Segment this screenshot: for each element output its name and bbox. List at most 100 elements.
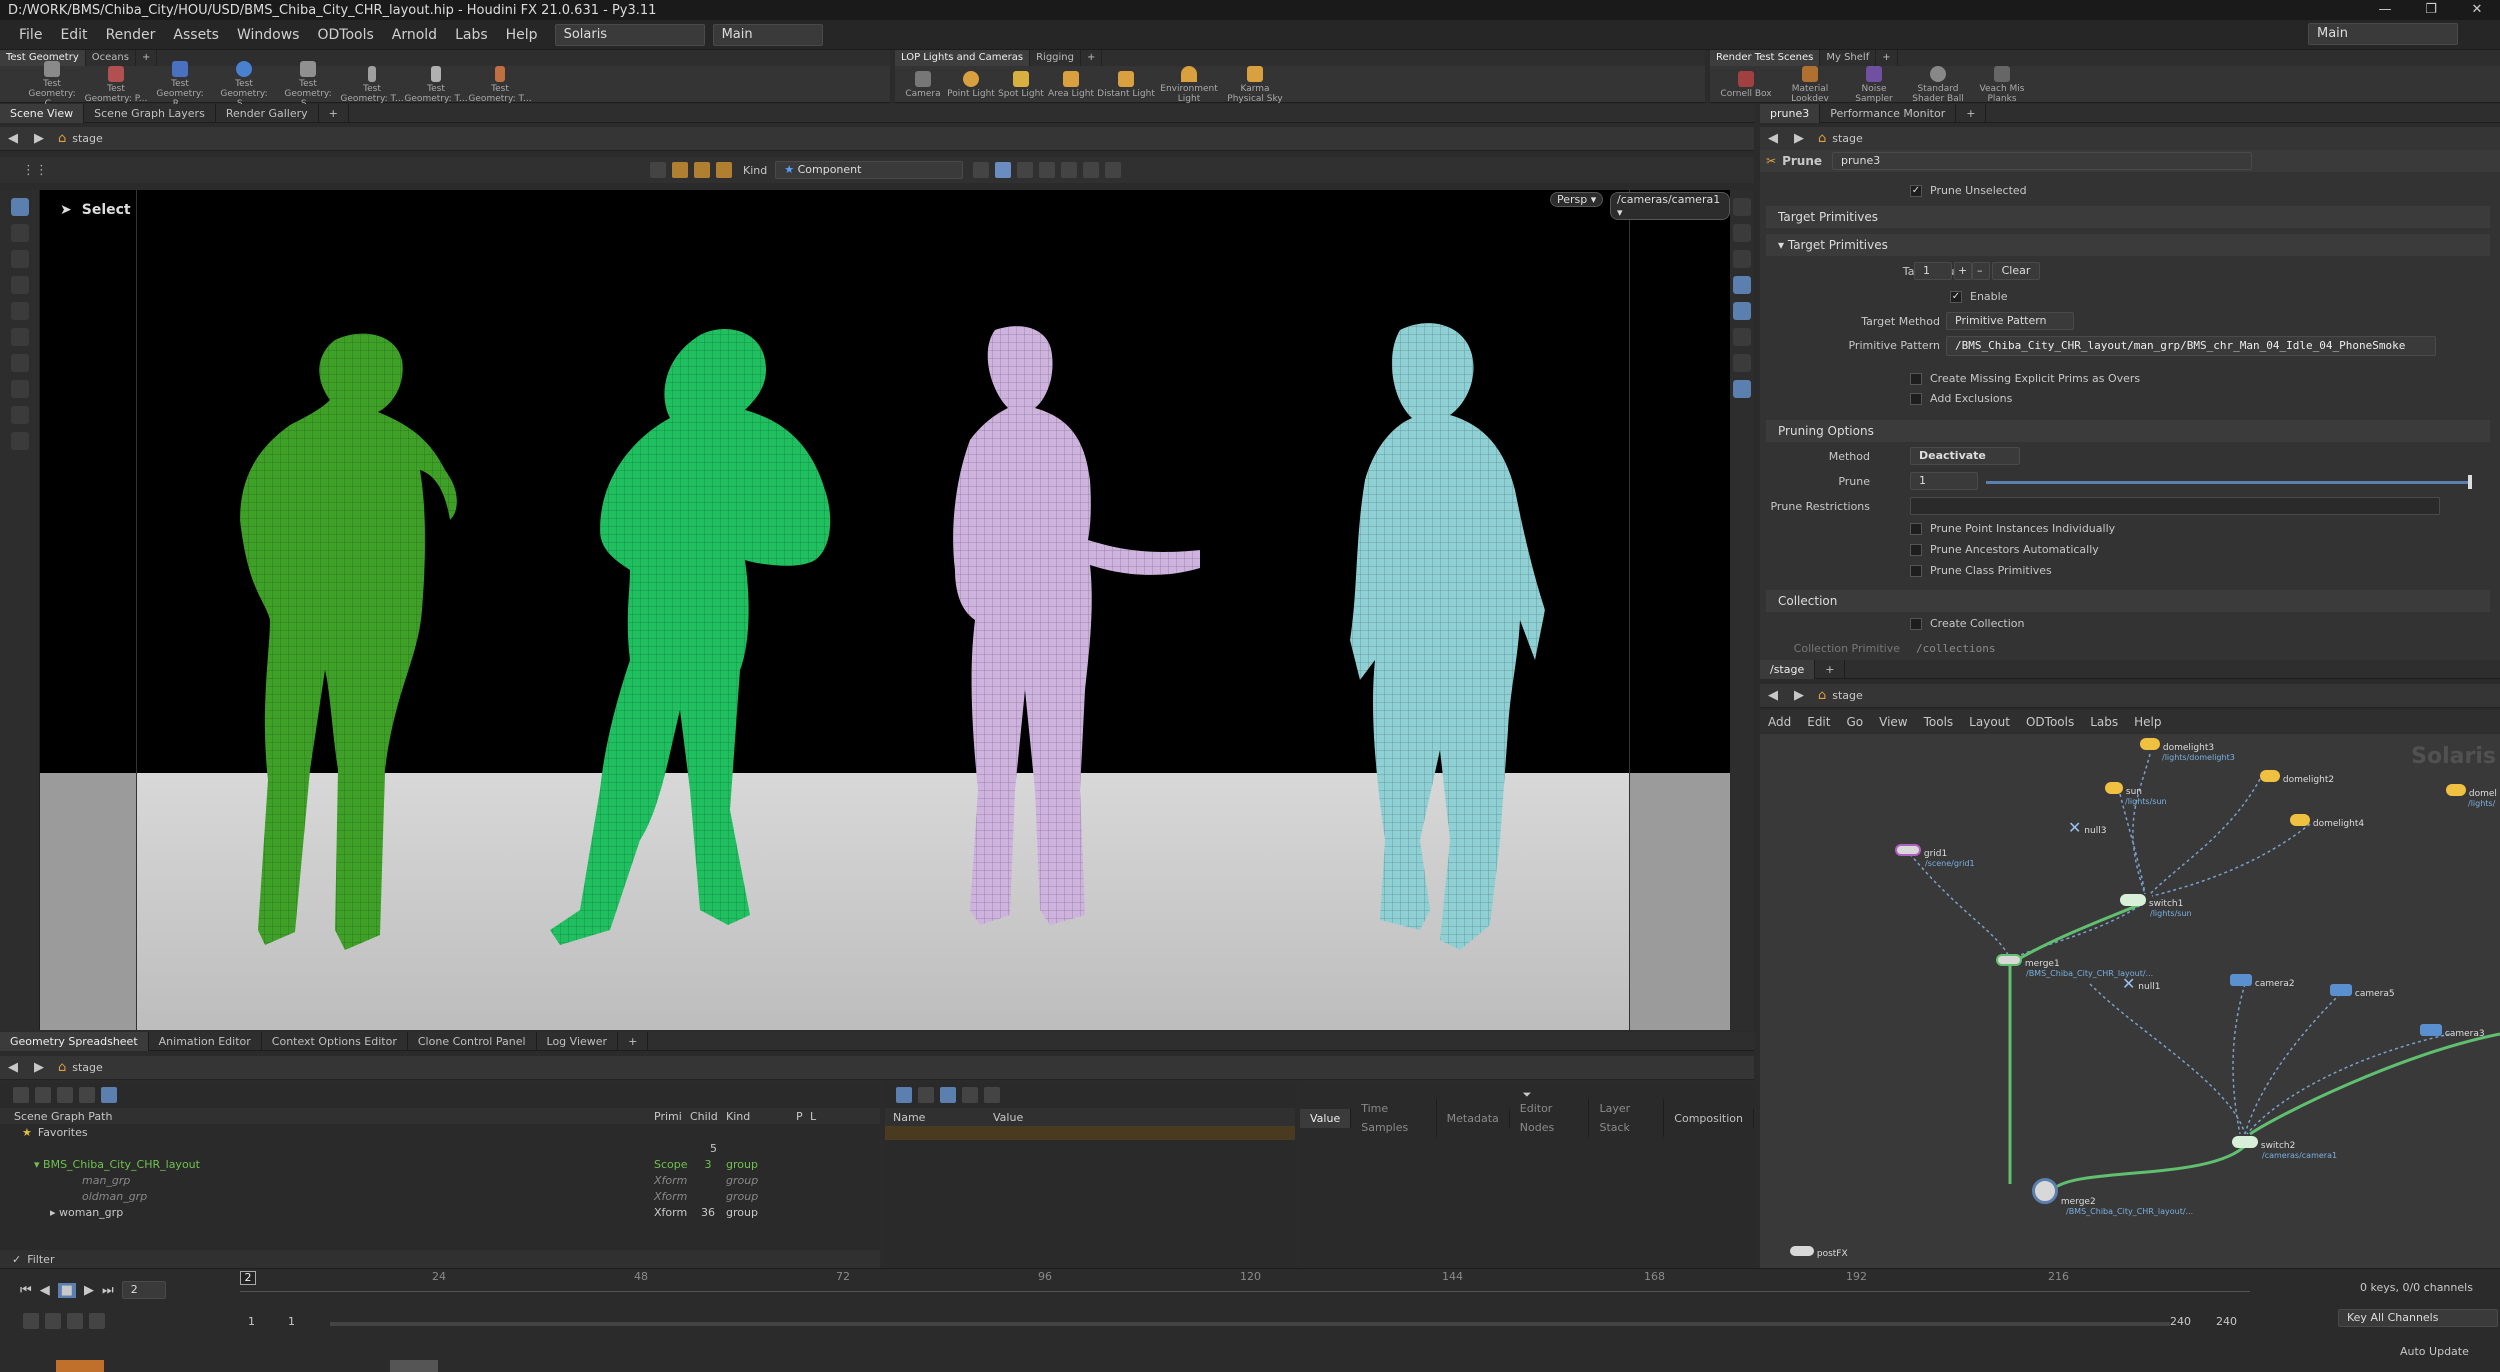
collection-primitive-field[interactable]: /collections (1916, 639, 1995, 659)
tab-stage-network[interactable]: /stage (1760, 659, 1816, 679)
lasso-select-icon[interactable] (1017, 162, 1034, 178)
scene-viewport[interactable]: ➤ Select Persp ▾ /cameras/camera1 ▾ (40, 190, 1730, 1030)
view-mode-icon[interactable] (918, 1087, 934, 1103)
col-primitive[interactable]: Primi (654, 1110, 690, 1123)
minimize-button[interactable]: — (2362, 0, 2408, 20)
step-back-icon[interactable]: ◀ (40, 1283, 50, 1298)
range-end-2[interactable]: 240 (2216, 1315, 2237, 1328)
tab-scene-graph-layers[interactable]: Scene Graph Layers (84, 103, 216, 123)
param-path[interactable]: stage (1832, 132, 1863, 145)
tree-row-woman[interactable]: ▸ woman_grp Xform 36 group (0, 1204, 880, 1220)
create-missing-row[interactable]: Create Missing Explicit Prims as Overs (1910, 372, 2500, 392)
current-frame-field[interactable]: 2 (121, 1281, 166, 1299)
node-domelight4[interactable]: domelight4 (2290, 814, 2364, 829)
target-method-select[interactable]: Primitive Pattern (1946, 312, 2074, 330)
character-man-green[interactable] (240, 333, 457, 950)
range-start-2[interactable]: 1 (288, 1315, 318, 1328)
tool-noise-sampler[interactable]: Noise Sampler (1842, 64, 1906, 104)
tab-render-gallery[interactable]: Render Gallery (216, 103, 319, 123)
tool-point-light[interactable]: Point Light (946, 69, 996, 99)
prune-field[interactable]: 1 (1910, 472, 1978, 490)
display-option-icon[interactable] (1733, 198, 1751, 216)
method-select[interactable]: Deactivate (1910, 447, 2020, 465)
node-postfx[interactable]: postFX (1790, 1246, 1848, 1259)
persp-menu[interactable]: Persp ▾ (1550, 192, 1604, 207)
lock-tool-icon[interactable] (10, 224, 29, 242)
clear-rules-button[interactable]: Clear (1992, 262, 2040, 280)
light-mode-2-icon[interactable] (694, 162, 710, 178)
scene-path[interactable]: stage (72, 132, 103, 145)
col-name[interactable]: Name (893, 1111, 993, 1124)
menu-assets[interactable]: Assets (164, 20, 228, 50)
view-tool-icon[interactable] (10, 432, 29, 450)
tool-test-geo-5[interactable]: Test Geometry: S... (276, 59, 340, 109)
audio-icon[interactable] (45, 1313, 61, 1329)
shelf-tab-lop-lights[interactable]: LOP Lights and Cameras (895, 50, 1031, 66)
node-merge2[interactable]: merge2/BMS_Chiba_City_CHR_layout/... (2032, 1178, 2193, 1216)
primitive-pattern-field[interactable]: /BMS_Chiba_City_CHR_layout/man_grp/BMS_c… (1946, 336, 2436, 356)
desktop-select[interactable]: Solaris (554, 23, 705, 46)
back-arrow-icon[interactable]: ◀ (0, 131, 26, 146)
col-scene-graph-path[interactable]: Scene Graph Path (14, 1110, 654, 1123)
target-primitives-section[interactable]: ▾ Target Primitives (1766, 234, 2490, 256)
remove-rule-button[interactable]: – (1972, 262, 1990, 280)
grid-menu-icon[interactable]: ⋮⋮ (0, 163, 70, 178)
node-switch2[interactable]: switch2/cameras/camera1 (2232, 1136, 2337, 1160)
settings-icon[interactable] (89, 1313, 105, 1329)
tree-row-man[interactable]: man_grp Xform group (0, 1172, 880, 1188)
light-display-icon[interactable] (1733, 250, 1751, 268)
tree-filter[interactable]: ✓ Filter (0, 1250, 880, 1268)
add-pane-tab[interactable]: + (319, 103, 349, 123)
tool-test-geo-8[interactable]: Test Geometry: T... (468, 64, 532, 104)
shelf-tab-rigging[interactable]: Rigging (1030, 50, 1081, 66)
col-load[interactable]: L (810, 1110, 824, 1123)
col-payload[interactable]: P (796, 1110, 810, 1123)
prune-restrictions-field[interactable] (1910, 497, 2440, 515)
node-camera5[interactable]: camera5 (2330, 984, 2395, 999)
prune-slider-track[interactable] (1986, 481, 2472, 484)
add-network-tab[interactable]: + (1815, 659, 1846, 679)
tree-sync-icon[interactable] (101, 1087, 117, 1103)
highlight-icon[interactable] (1105, 162, 1122, 178)
forward-arrow-icon[interactable]: ▶ (1786, 131, 1812, 146)
back-arrow-icon[interactable]: ◀ (1760, 688, 1786, 703)
detail-tab-composition[interactable]: Composition (1664, 1108, 1754, 1128)
network-path[interactable]: stage (1832, 689, 1863, 702)
col-kind[interactable]: Kind (726, 1110, 796, 1123)
move-tool-icon[interactable] (10, 250, 29, 268)
lighting-mode-icon[interactable] (1733, 276, 1751, 294)
box-select-icon[interactable] (995, 162, 1012, 178)
play-icon[interactable]: ▶ (84, 1283, 94, 1298)
prune-unselected-row[interactable]: ✓ Prune Unselected (1910, 184, 2500, 204)
tree-option-icon[interactable] (79, 1087, 95, 1103)
node-null1[interactable]: ✕ null1 (2122, 974, 2160, 993)
view-mode-icon[interactable] (984, 1087, 1000, 1103)
net-menu-labs[interactable]: Labs (2082, 715, 2126, 729)
range-bar[interactable] (330, 1322, 2170, 1326)
tree-option-icon[interactable] (57, 1087, 73, 1103)
view-mode-icon[interactable] (940, 1087, 956, 1103)
detail-tab-value[interactable]: Value (1300, 1108, 1352, 1128)
pose-tool-icon[interactable] (10, 406, 29, 424)
node-camera2[interactable]: camera2 (2230, 974, 2295, 989)
bottom-path[interactable]: stage (72, 1061, 103, 1074)
tool-test-geo-6[interactable]: Test Geometry: T... (340, 64, 404, 104)
tab-prune3[interactable]: prune3 (1760, 103, 1821, 123)
node-sun[interactable]: sun/lights/sun (2105, 782, 2167, 806)
rotate-tool-icon[interactable] (10, 276, 29, 294)
scale-tool-icon[interactable] (10, 302, 29, 320)
favorites-row[interactable]: ★ Favorites (0, 1124, 880, 1140)
prune-ancestors-checkbox[interactable] (1910, 544, 1922, 556)
create-collection-checkbox[interactable] (1910, 618, 1922, 630)
tool-test-geo-3[interactable]: Test Geometry: R... (148, 59, 212, 109)
detail-tab-layer-stack[interactable]: Layer Stack (1589, 1099, 1665, 1137)
light-mode-3-icon[interactable] (716, 162, 732, 178)
menu-odtools[interactable]: ODTools (308, 20, 382, 50)
timeline-track[interactable] (240, 1291, 2250, 1292)
tab-animation-editor[interactable]: Animation Editor (149, 1031, 262, 1051)
detail-tab-editor-nodes[interactable]: Editor Nodes (1510, 1099, 1590, 1137)
node-name-field[interactable]: prune3 (1832, 152, 2252, 170)
forward-arrow-icon[interactable]: ▶ (26, 131, 52, 146)
node-switch1[interactable]: switch1/lights/sun (2120, 894, 2192, 918)
tree-row-oldman[interactable]: oldman_grp Xform group (0, 1188, 880, 1204)
